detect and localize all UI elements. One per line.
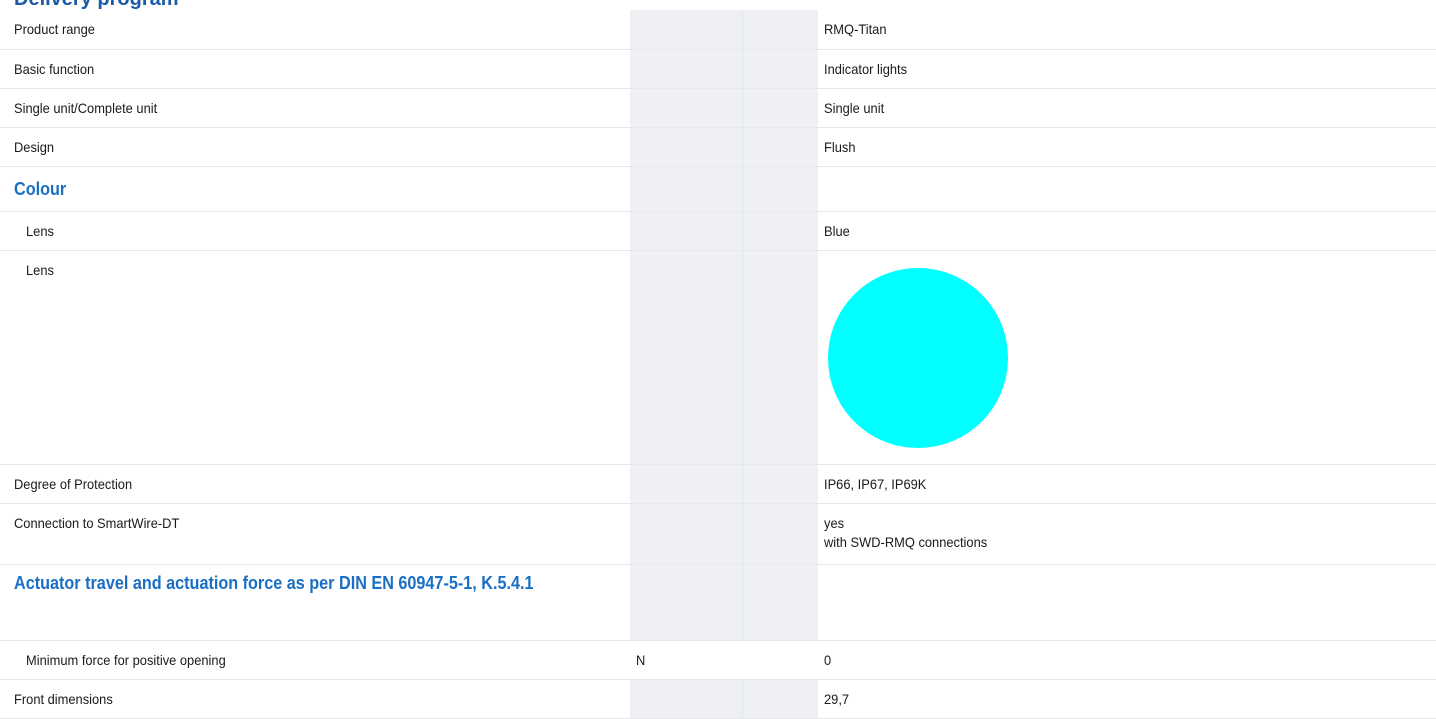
row-label: Basic function	[14, 60, 95, 77]
table-row: Product range RMQ-Titan	[0, 10, 1436, 50]
row-label: Degree of Protection	[14, 475, 133, 492]
row-label-cell: Lens	[0, 251, 630, 464]
value-cell: 29,7	[818, 690, 1436, 709]
row-label-cell: Front dimensions	[0, 690, 630, 709]
row-label-cell: Lens	[0, 222, 630, 241]
row-label: Connection to SmartWire-DT	[14, 515, 180, 531]
unit-cell	[630, 565, 818, 640]
section-row: Actuator travel and actuation force as p…	[0, 565, 1436, 641]
value-cell: yes with SWD-RMQ connections	[818, 504, 1436, 564]
section-heading-cell: Actuator travel and actuation force as p…	[0, 565, 630, 640]
section-heading: Colour	[14, 179, 67, 199]
section-heading: Actuator travel and actuation force as p…	[14, 573, 534, 593]
unit-cell	[630, 167, 818, 211]
value-cell: IP66, IP67, IP69K	[818, 475, 1436, 494]
unit-cell	[630, 10, 818, 49]
table-row: Lens Blue	[0, 212, 1436, 251]
unit-cell	[630, 504, 818, 564]
row-label: Minimum force for positive opening	[26, 651, 226, 668]
table-row: Minimum force for positive opening N 0	[0, 641, 1436, 680]
section-heading-cell: Colour	[0, 177, 630, 201]
row-label-cell: Product range	[0, 20, 630, 39]
value-cell: Flush	[818, 138, 1436, 157]
row-value: 0	[824, 651, 832, 668]
row-label: Lens	[26, 262, 54, 278]
unit-cell	[630, 50, 818, 88]
unit-cell	[630, 128, 818, 166]
row-value: RMQ-Titan	[824, 21, 887, 37]
value-cell: Blue	[818, 222, 1436, 241]
table-row: Degree of Protection IP66, IP67, IP69K	[0, 465, 1436, 504]
value-cell: RMQ-Titan	[818, 20, 1436, 39]
table-row: Single unit/Complete unit Single unit	[0, 89, 1436, 128]
unit-cell: N	[630, 641, 818, 679]
row-value: Flush	[824, 138, 856, 155]
unit-cell	[630, 212, 818, 250]
row-label: Single unit/Complete unit	[14, 99, 158, 116]
unit-cell	[630, 680, 818, 718]
unit-text: N	[636, 652, 646, 668]
table-row: Design Flush	[0, 128, 1436, 167]
row-label: Product range	[14, 21, 95, 37]
row-label-cell: Design	[0, 138, 630, 157]
row-value: IP66, IP67, IP69K	[824, 475, 927, 492]
row-label-cell: Minimum force for positive opening	[0, 651, 630, 670]
row-value: yes	[824, 515, 845, 531]
header: Delivery program	[0, 0, 1436, 10]
value-cell	[818, 251, 1436, 464]
value-cell: Indicator lights	[818, 60, 1436, 79]
unit-cell	[630, 89, 818, 127]
value-cell	[818, 565, 1436, 640]
value-cell: 0	[818, 651, 1436, 670]
row-value-secondary: with SWD-RMQ connections	[824, 534, 988, 550]
row-label: Design	[14, 138, 55, 155]
row-value: Indicator lights	[824, 60, 908, 77]
product-data-table: Product range RMQ-Titan Basic function I…	[0, 10, 1436, 719]
row-label: Front dimensions	[14, 690, 113, 707]
value-cell: Single unit	[818, 99, 1436, 118]
table-row: Basic function Indicator lights	[0, 50, 1436, 89]
unit-cell	[630, 465, 818, 503]
table-row: Connection to SmartWire-DT yes with SWD-…	[0, 504, 1436, 565]
row-value: Single unit	[824, 99, 885, 116]
row-value: 29,7	[824, 690, 850, 707]
row-label: Lens	[26, 222, 54, 239]
section-row: Colour	[0, 167, 1436, 212]
table-row: Lens	[0, 251, 1436, 465]
row-label-cell: Degree of Protection	[0, 475, 630, 494]
row-label-cell: Connection to SmartWire-DT	[0, 504, 630, 564]
lens-colour-swatch	[828, 268, 1008, 448]
row-label-cell: Basic function	[0, 60, 630, 79]
row-label-cell: Single unit/Complete unit	[0, 99, 630, 118]
unit-cell	[630, 251, 818, 464]
row-value: Blue	[824, 222, 850, 239]
